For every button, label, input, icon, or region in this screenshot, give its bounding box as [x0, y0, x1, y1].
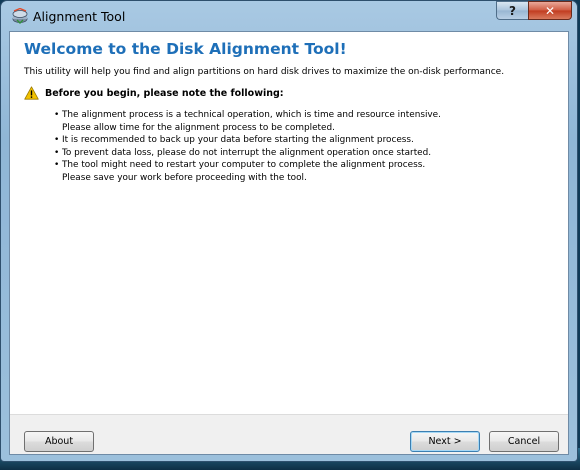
intro-text: This utility will help you find and alig…: [24, 67, 505, 77]
notes-list: • The alignment process is a technical o…: [54, 109, 441, 184]
warning-triangle-icon: [24, 86, 39, 100]
close-icon: ✕: [544, 3, 556, 18]
note-text: The alignment process is a technical ope…: [62, 110, 441, 120]
about-button[interactable]: About: [24, 431, 94, 452]
list-item: • To prevent data loss, please do not in…: [54, 147, 441, 160]
list-item: • It is recommended to back up your data…: [54, 134, 441, 147]
button-bar: About Next > Cancel: [10, 414, 568, 454]
bullet: •: [54, 160, 60, 170]
note-text: Please save your work before proceeding …: [62, 172, 307, 183]
note-text: To prevent data loss, please do not inte…: [62, 147, 432, 158]
note-text: It is recommended to back up your data b…: [62, 135, 414, 145]
note-text: The tool might need to restart your comp…: [62, 160, 426, 170]
window-title: Alignment Tool: [33, 9, 126, 24]
list-item: • The alignment process is a technical o…: [54, 109, 441, 134]
note-text: Please allow time for the alignment proc…: [62, 122, 335, 133]
help-icon: ?: [509, 3, 516, 18]
help-button[interactable]: ?: [496, 1, 528, 20]
warning-row: Before you begin, please note the follow…: [24, 85, 284, 101]
warning-heading: Before you begin, please note the follow…: [45, 87, 284, 99]
wizard-page: Welcome to the Disk Alignment Tool! This…: [9, 31, 569, 455]
list-item: • The tool might need to restart your co…: [54, 159, 441, 184]
alignment-tool-window: Alignment Tool ? ✕ Welcome to the Disk A…: [0, 0, 578, 462]
next-button[interactable]: Next >: [410, 431, 480, 452]
caption-buttons: ? ✕: [496, 1, 572, 21]
disk-alignment-app-icon: [12, 8, 28, 24]
cancel-button[interactable]: Cancel: [489, 431, 559, 452]
bullet: •: [54, 110, 60, 120]
bullet: •: [54, 135, 60, 145]
close-button[interactable]: ✕: [528, 1, 572, 20]
bullet: •: [54, 147, 60, 158]
title-bar[interactable]: Alignment Tool ? ✕: [1, 1, 577, 31]
page-title: Welcome to the Disk Alignment Tool!: [24, 40, 347, 58]
